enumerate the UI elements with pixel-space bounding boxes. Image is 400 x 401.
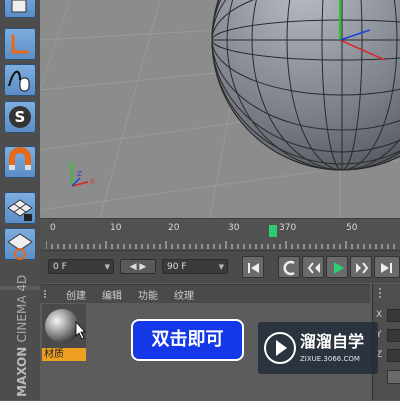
start-frame-value: 0 F: [53, 262, 67, 272]
tool-spline-button[interactable]: [4, 64, 36, 96]
z-field[interactable]: [387, 349, 400, 362]
svg-text:Y: Y: [67, 160, 73, 168]
watermark-title: 溜溜自学: [300, 332, 365, 351]
menu-create[interactable]: 创建: [66, 287, 86, 302]
ruler-label: 50: [346, 223, 358, 233]
next-key-icon: [356, 262, 369, 274]
tool-axis-button[interactable]: [4, 28, 36, 60]
spline-mouse-icon: [8, 70, 30, 92]
frame-stepper-label: ◀ ▶: [129, 262, 147, 272]
cube-icon: [11, 0, 27, 13]
instruction-tooltip: 双击即可: [131, 319, 244, 361]
record-icon: [283, 260, 295, 276]
watermark-url: ZIXUE.3066.COM: [300, 355, 360, 363]
end-frame-field[interactable]: 90 F ▼: [162, 259, 228, 274]
menu-texture[interactable]: 纹理: [174, 287, 194, 302]
ruler-label: 370: [279, 223, 297, 233]
snap-s-icon: S: [9, 106, 31, 128]
viewport-3d[interactable]: Y X Z: [40, 0, 400, 218]
prev-key-icon: [307, 262, 320, 274]
menu-handle-icon: [44, 290, 54, 298]
svg-text:Z: Z: [77, 170, 82, 178]
go-to-start-button[interactable]: [242, 256, 264, 278]
viewport-scene: Y X Z: [40, 0, 400, 218]
ruler-label: 10: [110, 223, 122, 233]
go-to-end-button[interactable]: [374, 256, 400, 278]
go-to-end-icon: [381, 263, 392, 273]
svg-text:S: S: [15, 108, 26, 126]
material-name-label[interactable]: 材质: [42, 348, 86, 361]
axis-icon: [11, 35, 29, 54]
grid-lock-icon: [7, 199, 33, 221]
chevron-down-icon: ▼: [104, 263, 110, 271]
play-button[interactable]: [326, 256, 348, 278]
next-key-button[interactable]: [350, 256, 372, 278]
ruler-label: 20: [168, 223, 180, 233]
tool-grid-cycle-button[interactable]: [4, 228, 36, 260]
ruler-label: 0: [50, 223, 56, 233]
tool-grid-lock-button[interactable]: [4, 192, 36, 224]
start-frame-field[interactable]: 0 F ▼: [48, 259, 114, 274]
panel-handle-icon: [379, 288, 395, 298]
end-frame-value: 90 F: [167, 262, 187, 272]
go-to-start-icon: [248, 263, 259, 273]
tool-snap-button[interactable]: S: [4, 101, 36, 133]
world-axis-indicator: Y X Z: [67, 160, 95, 187]
watermark: 溜溜自学 ZIXUE.3066.COM: [258, 322, 378, 374]
svg-text:X: X: [90, 178, 95, 186]
tool-cube-button[interactable]: [4, 0, 36, 18]
playback-bar: 0 F ▼ ◀ ▶ 90 F ▼: [40, 250, 400, 283]
menu-edit[interactable]: 编辑: [102, 287, 122, 302]
timeline-ruler[interactable]: 0 10 20 30 370 50: [40, 218, 400, 251]
prev-key-button[interactable]: [302, 256, 324, 278]
y-field[interactable]: [387, 329, 400, 342]
material-menu-bar: 创建 编辑 功能 纹理: [40, 285, 370, 303]
sphere-object[interactable]: [211, 0, 400, 171]
magnet-icon: [9, 147, 31, 170]
play-icon: [334, 262, 344, 274]
record-button[interactable]: [278, 256, 300, 278]
brand-logo: MAXON CINEMA 4D: [15, 275, 29, 397]
brand-cinema4d: CINEMA 4D: [15, 274, 29, 343]
x-field[interactable]: [387, 309, 400, 322]
axis-label-x: X: [376, 310, 383, 320]
left-toolbar: S: [0, 0, 41, 286]
tool-magnet-button[interactable]: [4, 146, 36, 178]
material-preview-sphere: [42, 304, 86, 350]
brand-strip: MAXON CINEMA 4D: [0, 275, 40, 400]
chevron-down-icon: ▼: [218, 263, 224, 271]
ruler-label: 30: [228, 223, 240, 233]
apply-button[interactable]: [387, 370, 400, 384]
watermark-logo-icon: [264, 332, 296, 364]
brand-maxon: MAXON: [15, 346, 29, 397]
frame-stepper[interactable]: ◀ ▶: [120, 259, 156, 274]
playhead-marker[interactable]: [269, 225, 277, 237]
ruler-ticks: [46, 241, 395, 249]
menu-function[interactable]: 功能: [138, 287, 158, 302]
grid-cycle-icon: [7, 233, 33, 260]
